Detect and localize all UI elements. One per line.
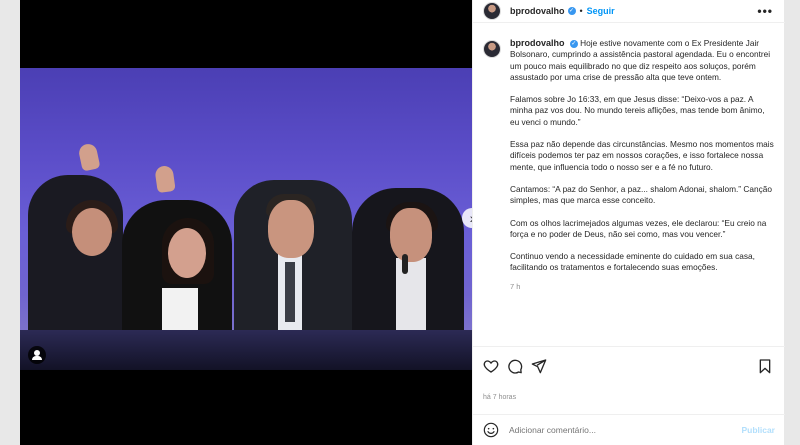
- user-tag-icon-body: [32, 356, 42, 360]
- caption: bprodovalho ✓ Hoje estive novamente com …: [510, 38, 775, 346]
- caption-timestamp[interactable]: 7 h: [510, 281, 775, 292]
- more-options-button[interactable]: •••: [757, 4, 773, 18]
- person-3-face: [268, 200, 314, 258]
- caption-paragraph: Continuo vendo a necessidade eminente do…: [510, 251, 755, 273]
- follow-button[interactable]: Seguir: [587, 6, 615, 16]
- caption-paragraph: Falamos sobre Jo 16:33, em que Jesus dis…: [510, 94, 765, 127]
- username[interactable]: bprodovalho: [510, 6, 565, 16]
- post-media: ›: [20, 0, 472, 445]
- post-time[interactable]: há 7 horas: [483, 394, 516, 401]
- comment-bar: Publicar: [473, 414, 785, 445]
- post-modal: › bprodovalho ✓ • Seguir ••• bprodovalho…: [20, 0, 785, 445]
- person-2-face: [168, 228, 206, 278]
- bookmark-icon[interactable]: [757, 358, 773, 374]
- separator: •: [579, 6, 583, 16]
- verified-badge-icon: ✓: [569, 39, 578, 48]
- caption-username[interactable]: bprodovalho: [510, 38, 565, 48]
- user-tag-icon[interactable]: [28, 346, 46, 364]
- stage-floor: [20, 330, 472, 370]
- post-photo[interactable]: [20, 68, 472, 370]
- verified-badge-icon: ✓: [567, 7, 576, 15]
- avatar[interactable]: [483, 2, 501, 20]
- post-sidebar: bprodovalho ✓ • Seguir ••• bprodovalho ✓…: [472, 0, 785, 445]
- caption-paragraph: bprodovalho ✓ Hoje estive novamente com …: [510, 38, 775, 83]
- publish-button[interactable]: Publicar: [741, 425, 775, 435]
- comment-icon[interactable]: [507, 358, 523, 374]
- person-4-face: [390, 208, 432, 262]
- raised-hand: [77, 142, 101, 172]
- post-header: bprodovalho ✓ • Seguir •••: [473, 0, 785, 23]
- caption-paragraph: Cantamos: “A paz do Senhor, a paz... sha…: [510, 183, 772, 206]
- person-3-tie: [285, 262, 295, 322]
- avatar[interactable]: [483, 40, 501, 58]
- raised-hand: [154, 164, 176, 194]
- microphone: [402, 254, 408, 274]
- comment-input[interactable]: [509, 425, 742, 435]
- caption-area: bprodovalho ✓ Hoje estive novamente com …: [473, 24, 785, 346]
- heart-icon[interactable]: [483, 358, 499, 374]
- action-bar: [473, 346, 785, 384]
- caption-paragraph: Com os olhos lacrimejados algumas vezes,…: [510, 217, 767, 239]
- person-1-face: [72, 208, 112, 256]
- caption-paragraph: Essa paz não depende das circunstâncias.…: [510, 139, 774, 172]
- send-icon[interactable]: [531, 358, 547, 374]
- emoji-icon[interactable]: [483, 422, 499, 438]
